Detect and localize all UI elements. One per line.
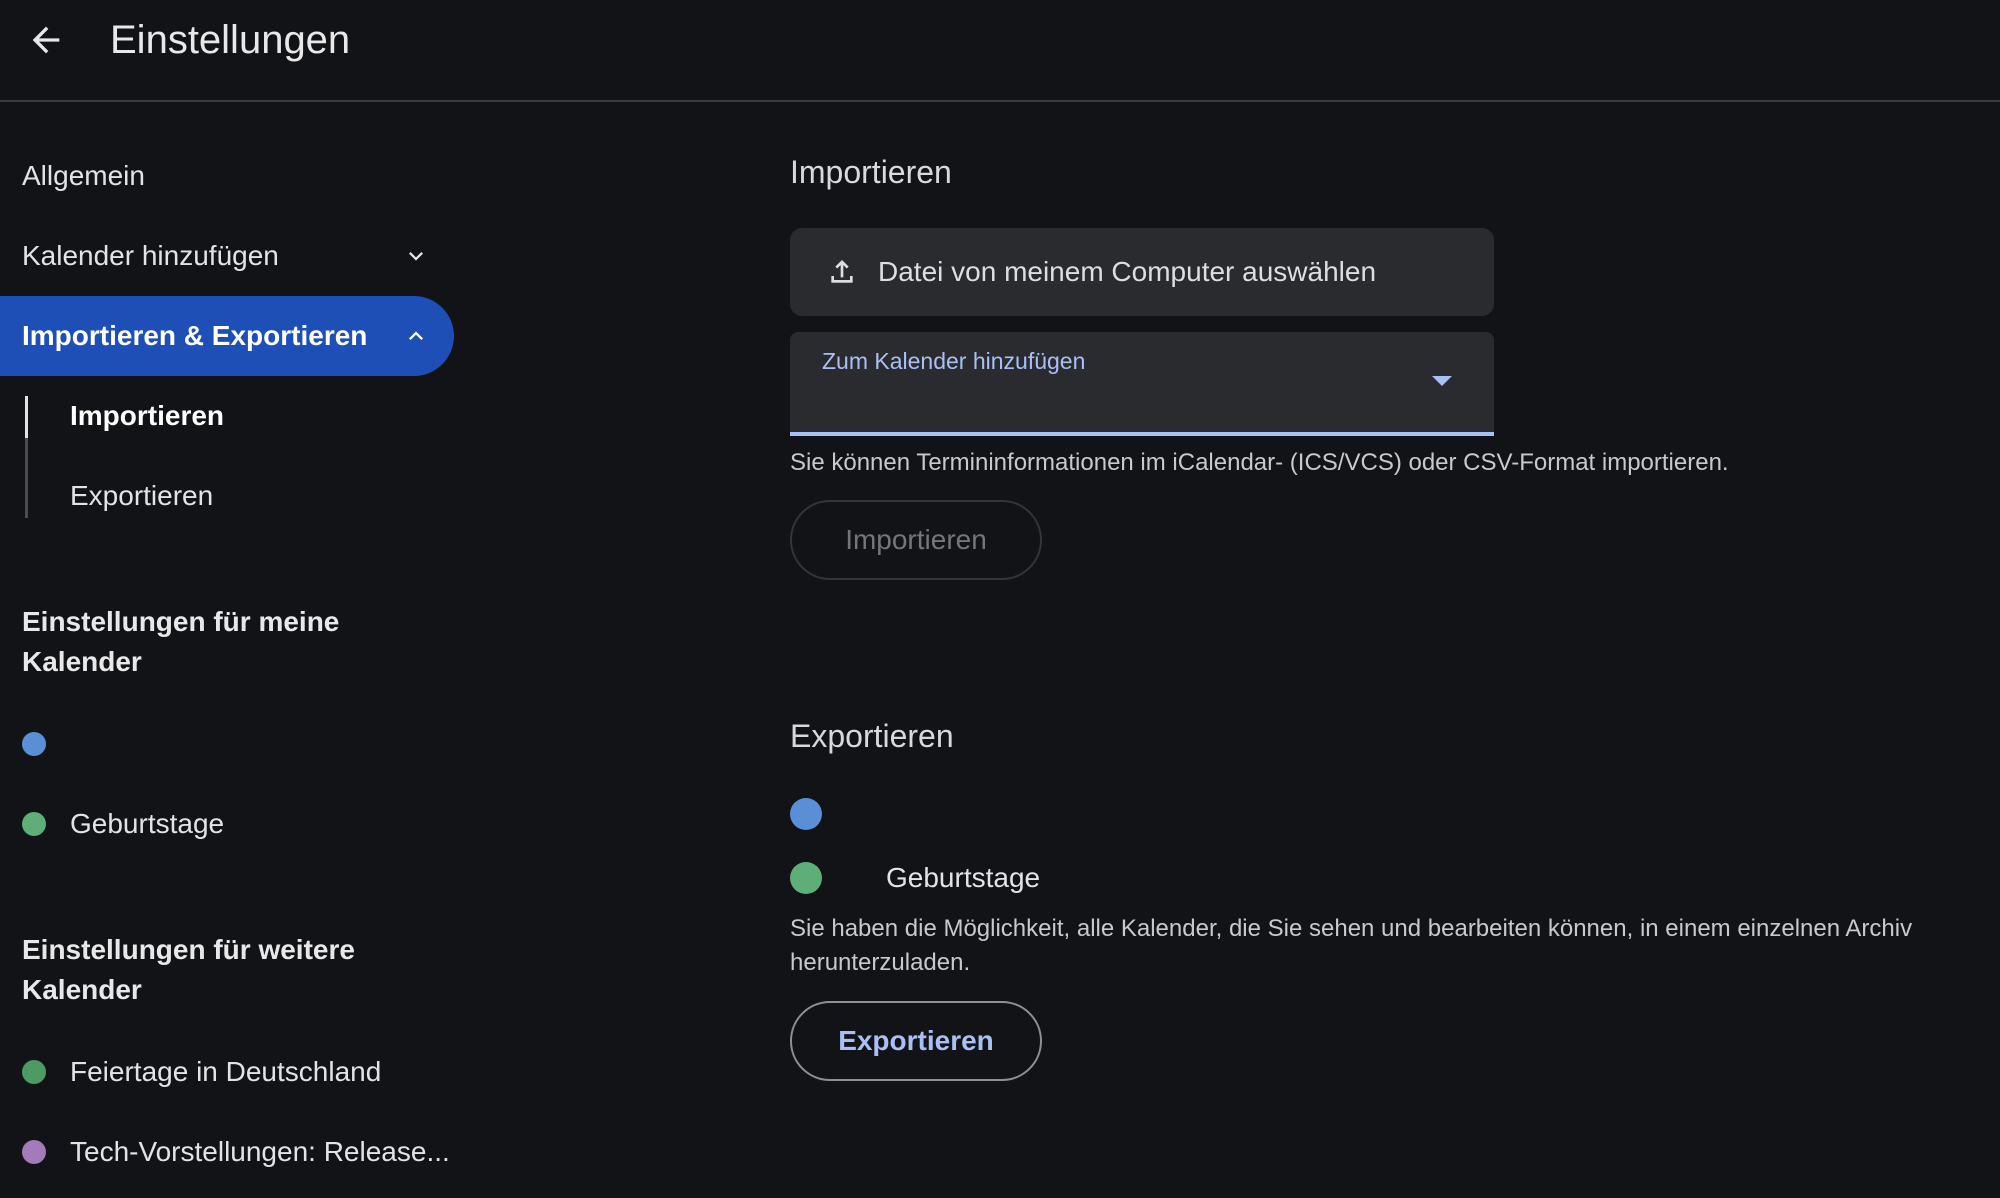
upload-icon — [826, 256, 858, 288]
export-button[interactable]: Exportieren — [790, 1001, 1042, 1081]
sidebar-subitem-label: Importieren — [70, 400, 225, 431]
calendar-color-dot — [22, 1140, 46, 1164]
arrow-left-icon — [32, 26, 60, 54]
sidebar-subitem-import[interactable]: Importieren — [70, 386, 224, 446]
sidebar-item-import-export[interactable]: Importieren & Exportieren — [0, 296, 454, 376]
calendar-color-dot — [22, 812, 46, 836]
sidebar-calendar-tech-releases[interactable]: Tech-Vorstellungen: Release... — [22, 1127, 450, 1177]
calendar-color-dot — [790, 862, 822, 894]
sidebar-item-add-calendar[interactable]: Kalender hinzufügen — [0, 216, 454, 296]
export-section-title: Exportieren — [790, 718, 954, 754]
app-header: Einstellungen — [0, 0, 2000, 102]
back-button[interactable] — [22, 16, 70, 64]
calendar-label: Geburtstage — [70, 808, 225, 839]
sidebar-calendar-holidays[interactable]: Feiertage in Deutschland — [22, 1047, 381, 1097]
sidebar-item-label: Kalender hinzufügen — [22, 240, 279, 271]
select-file-button[interactable]: Datei von meinem Computer auswählen — [790, 228, 1494, 316]
export-calendar-primary — [790, 789, 886, 839]
sidebar-item-general[interactable]: Allgemein — [0, 136, 454, 216]
sidebar-item-label: Importieren & Exportieren — [22, 320, 368, 351]
export-calendar-birthdays: Geburtstage — [790, 853, 1040, 903]
export-button-label: Exportieren — [838, 1025, 994, 1056]
select-file-label: Datei von meinem Computer auswählen — [878, 256, 1377, 287]
sidebar-calendar-primary[interactable] — [22, 719, 70, 769]
dropdown-arrow-icon — [1432, 376, 1452, 386]
import-button[interactable]: Importieren — [790, 500, 1042, 580]
sidebar-calendar-birthdays[interactable]: Geburtstage — [22, 799, 224, 849]
import-helper-text: Sie können Termininformationen im iCalen… — [790, 449, 1729, 476]
calendar-color-dot — [22, 732, 46, 756]
calendar-label: Tech-Vorstellungen: Release... — [70, 1136, 450, 1167]
select-floating-label: Zum Kalender hinzufügen — [822, 348, 1086, 374]
other-calendars-heading: Einstellungen für weitere Kalender — [22, 934, 355, 1005]
settings-sidebar: Allgemein Kalender hinzufügen Importiere… — [0, 102, 470, 1198]
my-calendars-heading: Einstellungen für meine Kalender — [22, 606, 340, 677]
calendar-color-dot — [790, 798, 822, 830]
import-section-title: Importieren — [790, 154, 952, 190]
submenu-active-indicator — [25, 396, 28, 438]
chevron-down-icon — [400, 240, 432, 272]
import-button-label: Importieren — [845, 524, 987, 555]
sidebar-item-label: Allgemein — [22, 160, 145, 191]
sidebar-subitem-export[interactable]: Exportieren — [70, 466, 213, 526]
page-title: Einstellungen — [110, 18, 351, 62]
sidebar-subitem-label: Exportieren — [70, 480, 214, 511]
target-calendar-select[interactable]: Zum Kalender hinzufügen — [790, 332, 1494, 436]
chevron-up-icon — [400, 320, 432, 352]
export-helper-text: Sie haben die Möglichkeit, alle Kalender… — [790, 915, 1913, 976]
calendar-label: Feiertage in Deutschland — [70, 1056, 382, 1087]
calendar-color-dot — [22, 1060, 46, 1084]
calendar-label: Geburtstage — [886, 862, 1041, 893]
